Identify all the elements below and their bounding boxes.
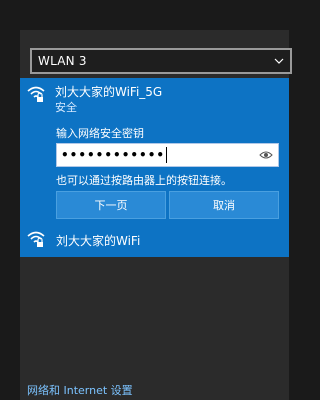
adapter-dropdown[interactable]: WLAN 3	[30, 48, 292, 74]
reveal-password-icon[interactable]	[259, 149, 273, 161]
adapter-dropdown-value: WLAN 3	[38, 54, 87, 68]
password-prompt: 输入网络安全密钥	[56, 127, 144, 140]
network-item-other[interactable]: 刘大大家的WiFi	[56, 232, 140, 249]
security-status: 安全	[55, 101, 77, 114]
next-button[interactable]: 下一页	[56, 191, 166, 219]
network-ssid: 刘大大家的WiFi_5G	[55, 85, 163, 99]
wifi-secured-icon	[27, 86, 45, 102]
network-settings-link[interactable]: 网络和 Internet 设置	[27, 382, 133, 398]
router-button-hint: 也可以通过按路由器上的按钮连接。	[56, 174, 232, 187]
wifi-secured-icon	[27, 231, 45, 247]
text-caret	[166, 147, 168, 163]
password-value: ••••••••••••	[61, 148, 166, 162]
password-input[interactable]: ••••••••••••	[56, 143, 279, 167]
cancel-button[interactable]: 取消	[169, 191, 279, 219]
wifi-flyout-panel: WLAN 3 刘大大家的WiFi_5G 安全 输入网络安全密钥 ••••••••…	[20, 30, 292, 400]
network-item-active[interactable]: 刘大大家的WiFi_5G 安全 输入网络安全密钥 •••••••••••• 也可…	[20, 78, 289, 257]
chevron-down-icon	[274, 58, 284, 64]
